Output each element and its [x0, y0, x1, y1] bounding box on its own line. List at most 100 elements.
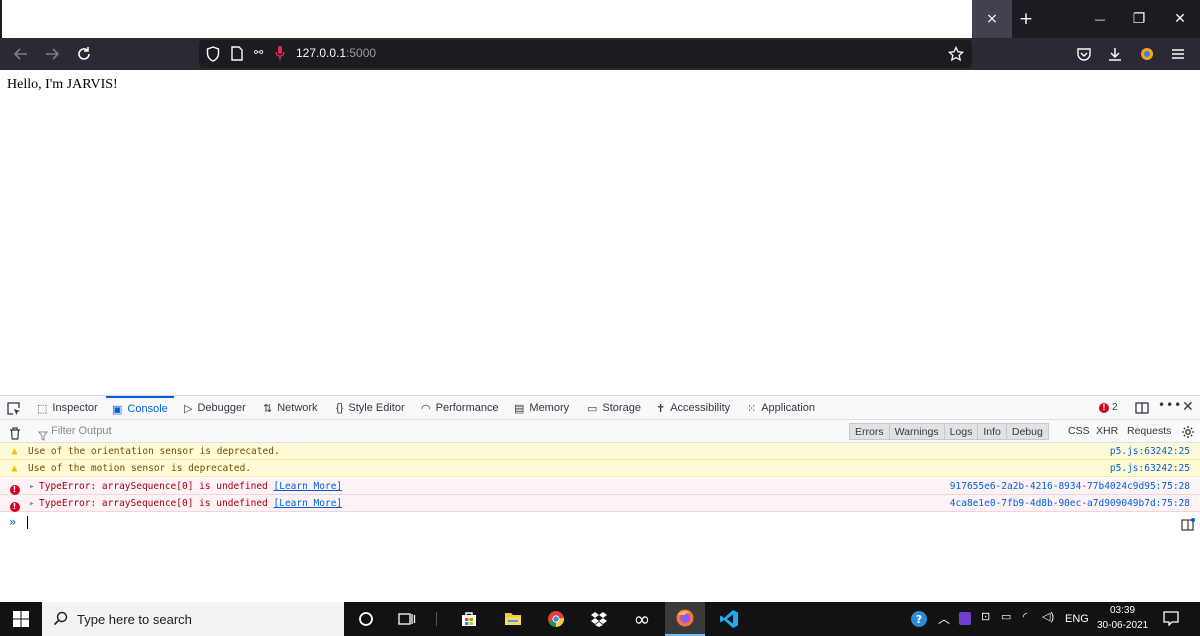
gear-icon: [1182, 426, 1194, 438]
console-message-error[interactable]: ! ▸ TypeError: arraySequence[0] is undef…: [0, 478, 1200, 495]
close-icon: ✕: [1174, 11, 1186, 27]
message-text: TypeError: arraySequence[0] is undefined: [39, 498, 268, 509]
language-indicator[interactable]: ENG: [1065, 613, 1089, 625]
tab-memory[interactable]: ▤ Memory: [514, 396, 569, 420]
message-source-link[interactable]: p5.js:63242:25: [1110, 460, 1190, 477]
expand-arrow-icon[interactable]: ▸: [29, 495, 35, 512]
volume-tray-icon[interactable]: ◁): [1042, 610, 1054, 623]
tab-style-editor[interactable]: {} Style Editor: [336, 396, 405, 420]
pocket-button[interactable]: [1070, 38, 1098, 70]
message-source-link[interactable]: 917655e6-2a2b-4216-8934-77b4024c9d95:75:…: [950, 478, 1190, 495]
window-close-button[interactable]: ✕: [1160, 0, 1200, 38]
url-text[interactable]: 127.0.0.1:5000: [296, 46, 376, 60]
learn-more-link[interactable]: [Learn More]: [274, 498, 343, 509]
window-minimize-button[interactable]: —: [1080, 0, 1120, 38]
filter-warnings-button[interactable]: Warnings: [889, 424, 945, 439]
console-settings-button[interactable]: [1181, 424, 1195, 443]
help-tray-button[interactable]: ?: [910, 610, 928, 632]
clock-time[interactable]: 03:39: [1110, 605, 1135, 616]
url-host: 127.0.0.1: [296, 46, 347, 60]
tab-console[interactable]: ▣ Console: [106, 396, 174, 420]
download-icon: [1109, 48, 1121, 61]
editor-mode-toggle[interactable]: [1181, 516, 1195, 535]
filter-debug-button[interactable]: Debug: [1006, 424, 1048, 439]
tab-debugger[interactable]: ▷ Debugger: [184, 396, 246, 420]
back-button[interactable]: [7, 38, 35, 70]
vscode-icon: [720, 610, 738, 628]
log-level-filters: Errors Warnings Logs Info Debug: [849, 423, 1049, 440]
arrow-left-icon: [13, 48, 27, 60]
cortana-button[interactable]: [348, 602, 384, 636]
reload-button[interactable]: [70, 38, 98, 70]
notifications-button[interactable]: [1163, 611, 1179, 630]
arduino-button[interactable]: ∞: [624, 602, 660, 636]
page-info-icon[interactable]: [231, 46, 243, 65]
dock-options-button[interactable]: [1135, 400, 1149, 419]
infinity-icon: ∞: [633, 607, 651, 631]
new-tab-button[interactable]: +: [1006, 0, 1046, 38]
element-picker-icon: [7, 402, 20, 415]
bookmark-button[interactable]: [942, 38, 970, 70]
tab-label: Network: [277, 402, 318, 414]
memory-icon: ▤: [514, 402, 525, 415]
wifi-tray-icon[interactable]: ◜: [1023, 610, 1027, 623]
taskbar-search-placeholder[interactable]: Type here to search: [77, 612, 192, 627]
expand-arrow-icon[interactable]: ▸: [29, 478, 35, 495]
start-button[interactable]: [3, 602, 39, 636]
message-source-link[interactable]: p5.js:63242:25: [1110, 443, 1190, 460]
clear-console-button[interactable]: [9, 425, 21, 444]
chrome-button[interactable]: [538, 602, 574, 636]
menu-button[interactable]: [1164, 38, 1192, 70]
tab-storage[interactable]: ▭ Storage: [587, 396, 641, 420]
learn-more-link[interactable]: [Learn More]: [274, 481, 343, 492]
tab-application[interactable]: ⁙ Application: [747, 396, 815, 420]
tab-network[interactable]: ⇅ Network: [263, 396, 318, 420]
plus-icon: +: [1018, 9, 1034, 29]
filter-xhr-button[interactable]: XHR: [1096, 425, 1118, 437]
tab-accessibility[interactable]: ✝ Accessibility: [656, 396, 730, 420]
filter-output-input[interactable]: Filter Output: [51, 425, 112, 437]
clock-date[interactable]: 30-06-2021: [1097, 620, 1148, 631]
firefox-button[interactable]: [665, 602, 705, 636]
tab-label: Console: [127, 403, 168, 415]
extension-button[interactable]: [1133, 38, 1161, 70]
microsoft-store-button[interactable]: [451, 602, 487, 636]
forward-button[interactable]: [38, 38, 66, 70]
windows-logo-icon: [13, 611, 29, 627]
task-view-icon: [398, 613, 416, 625]
downloads-button[interactable]: [1101, 38, 1129, 70]
filter-info-button[interactable]: Info: [978, 424, 1007, 439]
arrow-right-icon: [46, 48, 60, 60]
more-options-button[interactable]: •••: [1158, 398, 1182, 412]
show-hidden-icons-button[interactable]: ︿: [938, 610, 950, 627]
message-source-link[interactable]: 4ca8e1e0-7fb9-4d8b-90ec-a7d909049b7d:75:…: [950, 495, 1190, 512]
tab-label: Storage: [602, 402, 641, 414]
battery-tray-icon[interactable]: ▭: [1001, 610, 1011, 623]
filter-errors-button[interactable]: Errors: [850, 424, 890, 439]
console-message-warning: ▲ Use of the motion sensor is deprecated…: [0, 460, 1200, 477]
filter-requests-button[interactable]: Requests: [1127, 425, 1171, 437]
filter-css-button[interactable]: CSS: [1068, 425, 1090, 437]
vscode-button[interactable]: [709, 602, 749, 636]
microphone-icon[interactable]: [275, 45, 285, 65]
filter-logs-button[interactable]: Logs: [944, 424, 979, 439]
folder-icon: [505, 613, 521, 625]
error-count-badge[interactable]: ! 2: [1099, 402, 1118, 413]
console-input[interactable]: »: [0, 513, 1200, 533]
task-view-button[interactable]: [389, 602, 425, 636]
grid-icon: ⁙: [747, 402, 757, 415]
devtools-close-button[interactable]: ✕: [1182, 399, 1194, 415]
permissions-icon[interactable]: ⚯: [254, 46, 263, 59]
tab-inspector[interactable]: ⬚ Inspector: [37, 396, 98, 420]
window-restore-button[interactable]: ❐: [1119, 0, 1159, 38]
element-picker-button[interactable]: [7, 401, 21, 420]
tracking-protection-icon[interactable]: [206, 46, 220, 66]
tab-performance[interactable]: ◠ Performance: [421, 396, 499, 420]
console-message-error[interactable]: ! ▸ TypeError: arraySequence[0] is undef…: [0, 495, 1200, 512]
browser-tab[interactable]: [2, 0, 980, 38]
microphone-tray-icon[interactable]: [959, 612, 971, 625]
search-icon: [53, 611, 68, 630]
dropbox-button[interactable]: [581, 602, 617, 636]
file-explorer-button[interactable]: [495, 602, 531, 636]
network-tray-icon[interactable]: ⊡: [981, 610, 990, 623]
